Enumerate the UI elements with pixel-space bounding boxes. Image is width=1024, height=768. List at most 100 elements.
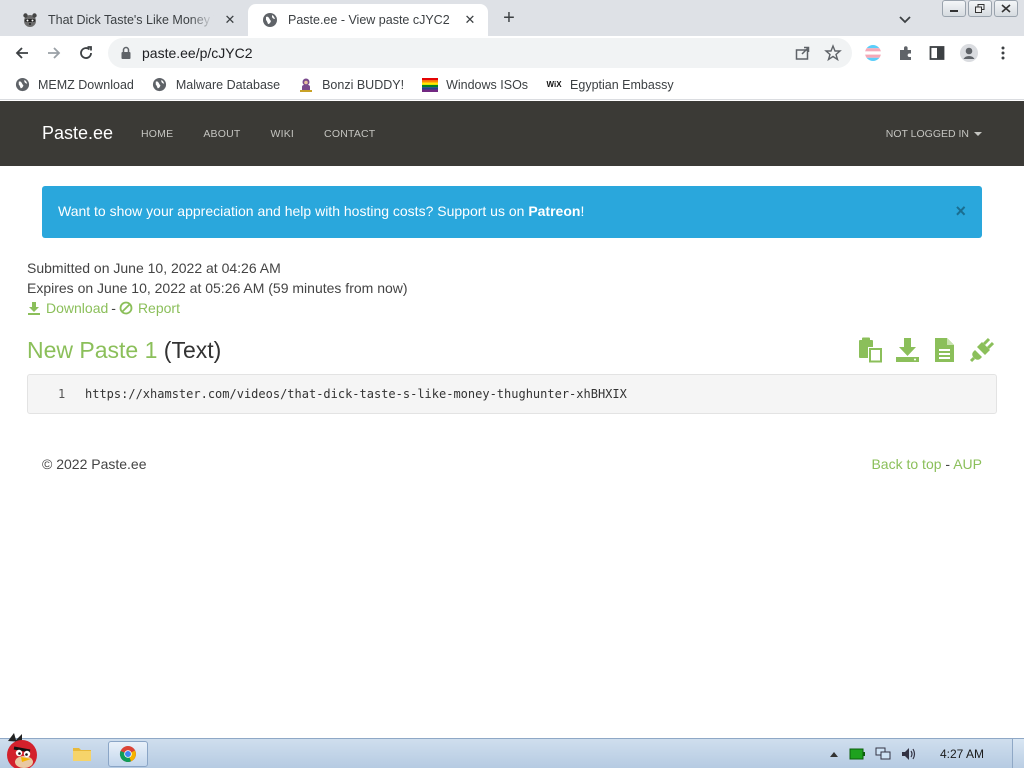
chevron-down-icon[interactable] bbox=[896, 10, 914, 28]
paste-content[interactable]: 1 https://xhamster.com/videos/that-dick-… bbox=[27, 374, 997, 414]
copy-icon[interactable] bbox=[858, 337, 883, 363]
share-icon[interactable] bbox=[794, 44, 812, 62]
separator: - bbox=[945, 456, 951, 472]
site-brand[interactable]: Paste.ee bbox=[42, 123, 113, 144]
system-tray: 4:27 AM bbox=[824, 739, 1024, 768]
nav-about[interactable]: ABOUT bbox=[203, 128, 240, 140]
site-navbar: Paste.ee HOME ABOUT WIKI CONTACT NOT LOG… bbox=[0, 101, 1024, 166]
download-icon[interactable] bbox=[895, 337, 920, 363]
battery-icon[interactable] bbox=[849, 748, 865, 760]
reload-icon bbox=[80, 46, 92, 59]
download-link[interactable]: Download bbox=[27, 298, 108, 318]
bookmark-bonzi-buddy[interactable]: Bonzi BUDDY! bbox=[298, 77, 404, 93]
lock-icon[interactable] bbox=[120, 46, 132, 60]
extensions-button[interactable] bbox=[895, 42, 917, 64]
trans-flag-icon bbox=[865, 45, 881, 61]
nav-wiki[interactable]: WIKI bbox=[270, 128, 294, 140]
globe-icon bbox=[263, 13, 277, 27]
bookmark-label: Bonzi BUDDY! bbox=[322, 77, 405, 92]
tab-title: That Dick Taste's Like Money T bbox=[48, 13, 214, 27]
close-window-button[interactable] bbox=[994, 0, 1018, 17]
clock[interactable]: 4:27 AM bbox=[940, 747, 984, 761]
profile-button[interactable] bbox=[958, 42, 980, 64]
nav-links: HOME ABOUT WIKI CONTACT bbox=[141, 128, 405, 140]
alert-message: Want to show your appreciation and help … bbox=[58, 203, 584, 219]
alert-suffix: ! bbox=[580, 203, 585, 219]
paste-title: New Paste 1 (Text) bbox=[27, 337, 221, 364]
patreon-link[interactable]: Patreon bbox=[528, 203, 580, 219]
volume-icon[interactable] bbox=[901, 747, 917, 761]
footer-links: Back to top - AUP bbox=[871, 456, 982, 472]
url-text[interactable]: paste.ee/p/cJYC2 bbox=[142, 45, 253, 61]
code-line[interactable]: https://xhamster.com/videos/that-dick-ta… bbox=[85, 387, 627, 401]
paste-actions: Download - Report bbox=[27, 298, 408, 318]
reload-button[interactable] bbox=[72, 39, 100, 67]
trans-flag-extension-button[interactable] bbox=[862, 42, 884, 64]
bookmark-label: Malware Database bbox=[175, 77, 281, 92]
browser-toolbar: paste.ee/p/cJYC2 bbox=[0, 36, 1024, 70]
plug-icon[interactable] bbox=[969, 337, 994, 363]
bookmark-malware-database[interactable]: Malware Database bbox=[152, 77, 280, 93]
forward-button[interactable] bbox=[40, 39, 68, 67]
aup-link[interactable]: AUP bbox=[953, 456, 982, 472]
bookmarks-bar: MEMZ Download Malware Database Bonzi BUD… bbox=[0, 70, 1024, 100]
side-panel-icon bbox=[929, 46, 945, 60]
separator: - bbox=[111, 300, 116, 316]
close-icon bbox=[1001, 4, 1011, 13]
ban-icon bbox=[119, 301, 133, 315]
account-dropdown[interactable]: NOT LOGGED IN bbox=[886, 128, 982, 140]
close-tab-icon[interactable]: ✕ bbox=[222, 12, 238, 28]
raccoon-favicon-icon bbox=[23, 13, 37, 27]
taskbar: 4:27 AM bbox=[0, 733, 1024, 768]
expires-date: Expires on June 10, 2022 at 05:26 AM (59… bbox=[27, 280, 408, 296]
restore-button[interactable] bbox=[968, 0, 992, 17]
window-controls bbox=[942, 0, 1018, 17]
avatar-icon bbox=[960, 44, 978, 62]
restore-icon bbox=[975, 4, 985, 13]
bookmark-memz[interactable]: MEMZ Download bbox=[14, 77, 134, 93]
star-icon[interactable] bbox=[824, 44, 842, 62]
network-icon[interactable] bbox=[875, 747, 891, 761]
bookmark-label: Egyptian Embassy bbox=[570, 77, 674, 92]
globe-icon bbox=[152, 77, 168, 93]
minimize-button[interactable] bbox=[942, 0, 966, 17]
bookmark-egyptian-embassy[interactable]: WiX Egyptian Embassy bbox=[546, 77, 674, 93]
side-panel-button[interactable] bbox=[926, 42, 948, 64]
nav-home[interactable]: HOME bbox=[141, 128, 173, 140]
kebab-menu-icon bbox=[1001, 46, 1005, 60]
close-tab-icon[interactable]: ✕ bbox=[462, 12, 478, 28]
new-tab-button[interactable]: + bbox=[498, 8, 520, 30]
tab-inactive[interactable]: That Dick Taste's Like Money T ✕ bbox=[8, 4, 248, 36]
address-bar[interactable]: paste.ee/p/cJYC2 bbox=[108, 38, 852, 68]
account-label: NOT LOGGED IN bbox=[885, 128, 969, 140]
back-to-top-link[interactable]: Back to top bbox=[871, 456, 941, 472]
taskbar-explorer-button[interactable] bbox=[62, 741, 102, 767]
rainbow-flag-icon bbox=[422, 77, 439, 93]
arrow-right-icon bbox=[48, 47, 61, 59]
show-desktop-button[interactable] bbox=[1012, 739, 1024, 768]
show-hidden-icons-button[interactable] bbox=[829, 750, 839, 758]
alert-text: Want to show your appreciation and help … bbox=[58, 203, 529, 219]
angry-bird-start-icon[interactable] bbox=[0, 731, 48, 768]
paste-meta: Submitted on June 10, 2022 at 04:26 AM E… bbox=[27, 258, 408, 318]
bonzi-icon bbox=[298, 77, 314, 93]
bookmark-label: Windows ISOs bbox=[446, 77, 529, 92]
menu-button[interactable] bbox=[992, 42, 1014, 64]
taskbar-chrome-button[interactable] bbox=[108, 741, 148, 767]
footer-copyright: © 2022 Paste.ee bbox=[42, 456, 147, 472]
report-link[interactable]: Report bbox=[119, 298, 180, 318]
report-label: Report bbox=[137, 300, 180, 316]
nav-contact[interactable]: CONTACT bbox=[324, 128, 375, 140]
bookmark-windows-isos[interactable]: Windows ISOs bbox=[422, 77, 528, 93]
chevron-up-icon bbox=[829, 752, 838, 757]
download-label: Download bbox=[46, 300, 109, 316]
back-button[interactable] bbox=[8, 39, 36, 67]
bookmark-label: MEMZ Download bbox=[38, 77, 134, 92]
tab-active[interactable]: Paste.ee - View paste cJYC2 ✕ bbox=[248, 4, 488, 36]
submitted-date: Submitted on June 10, 2022 at 04:26 AM bbox=[27, 260, 281, 276]
paste-toolbar bbox=[858, 337, 994, 363]
alert-close-button[interactable]: × bbox=[955, 201, 966, 222]
file-text-icon[interactable] bbox=[932, 337, 957, 363]
download-icon bbox=[28, 302, 40, 315]
minimize-icon bbox=[950, 9, 958, 12]
